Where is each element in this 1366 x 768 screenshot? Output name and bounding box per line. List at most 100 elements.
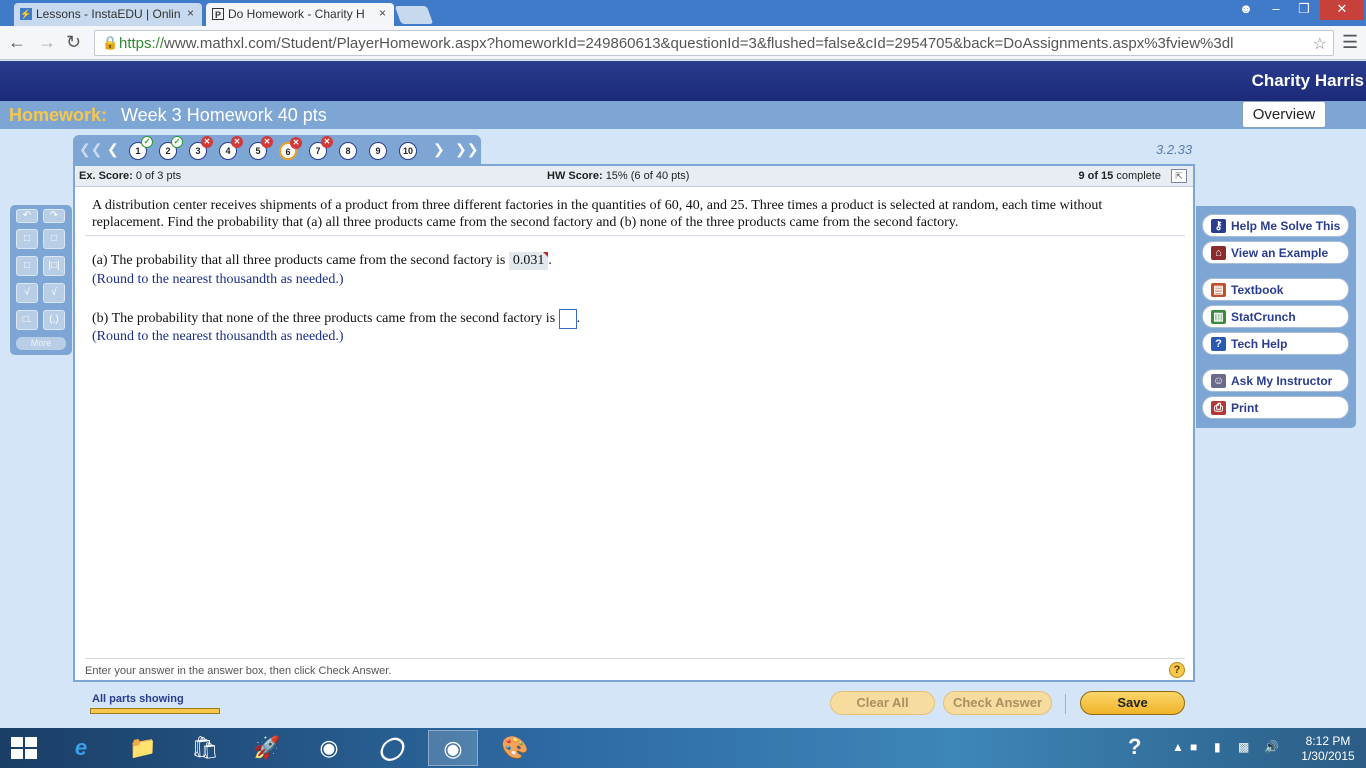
book-icon: ▤ [1211,283,1226,297]
clock-time: 8:12 PM [1305,734,1351,748]
new-tab-button[interactable] [394,6,434,24]
paint-icon[interactable]: 🎨 [490,730,540,766]
browser-tab-homework[interactable]: P Do Homework - Charity H × [206,3,394,26]
user-name: Charity Harris [1251,71,1364,90]
help-question-icon[interactable]: ? [1128,734,1141,760]
question-1-button[interactable]: 1 ✓ [129,136,153,160]
internet-explorer-icon[interactable]: e [56,730,106,766]
restore-icon[interactable]: ❐ [1290,0,1318,20]
parts-showing-label[interactable]: All parts showing [92,693,184,705]
question-6-button[interactable]: 6 ✕ [279,137,302,160]
chrome-icon[interactable]: ◉ [428,730,478,766]
save-button[interactable]: Save [1080,691,1185,715]
next-question-icon[interactable]: ❯ [433,141,445,158]
exponent-icon[interactable]: □ [16,256,38,276]
instruction-text: Enter your answer in the answer box, the… [85,665,392,677]
question-5-button[interactable]: 5 ✕ [249,136,273,160]
x-icon: ✕ [231,136,243,148]
signal-icon[interactable]: ▩ [1238,740,1249,754]
forward-arrow-icon[interactable]: → [38,32,56,53]
interval-icon[interactable]: (,) [43,310,65,330]
tech-help-button[interactable]: ? Tech Help [1202,332,1349,355]
window-close-icon[interactable]: ✕ [1320,0,1364,20]
printer-icon: ⎙ [1211,401,1226,415]
clock[interactable]: 8:12 PM 1/30/2015 [1296,734,1360,764]
sqrt-icon[interactable]: √ [16,283,38,303]
statcrunch-button[interactable]: ▥ StatCrunch [1202,305,1349,328]
undo-icon[interactable]: ↶ [16,209,38,223]
mixed-number-icon[interactable]: □ [43,229,65,249]
file-explorer-icon[interactable]: 📁 [118,730,168,766]
tray-expand-icon[interactable]: ▲ [1172,740,1184,754]
question-icon: ? [1211,337,1226,351]
address-bar[interactable]: 🔒 https://www.mathxl.com/Student/PlayerH… [94,30,1334,56]
reload-icon[interactable]: ↻ [66,32,81,53]
last-question-icon[interactable]: ❯❯ [455,141,478,158]
store-icon[interactable]: 🛍 [180,730,230,766]
absolute-value-icon[interactable]: |□| [43,256,65,276]
browser-tab-strip: ⚡ Lessons - InstaEDU | Onlin × P Do Home… [0,0,1366,26]
view-an-example-button[interactable]: ⌂ View an Example [1202,241,1349,264]
help-icon[interactable]: ? [1169,662,1185,678]
check-icon: ✓ [171,136,183,148]
part-a-text: (a) The probability that all three produ… [92,253,506,268]
more-button[interactable]: More [16,337,66,350]
question-9-button[interactable]: 9 [369,142,387,160]
browser-toolbar: ← → ↻ 🔒 https://www.mathxl.com/Student/P… [0,26,1366,60]
windows-start-icon[interactable] [11,737,39,761]
fraction-icon[interactable]: □ [16,229,38,249]
question-10-button[interactable]: 10 [399,142,417,160]
check-answer-button[interactable]: Check Answer [943,691,1052,715]
question-4-button[interactable]: 4 ✕ [219,136,243,160]
close-icon[interactable]: × [187,6,194,20]
check-icon: ✓ [141,136,153,148]
star-icon[interactable]: ☆ [1313,34,1327,54]
rocket-app-icon[interactable]: 🚀 [242,730,292,766]
help-me-solve-this-button[interactable]: ⚷ Help Me Solve This [1202,214,1349,237]
answer-box-b[interactable] [558,309,577,329]
question-7-button[interactable]: 7 ✕ [309,136,333,160]
hp-icon[interactable]: ◯ [366,730,416,766]
homework-score: HW Score: 15% (6 of 40 pts) [547,170,690,182]
expand-icon[interactable]: ⇱ [1171,169,1187,183]
lightning-icon: ⚡ [20,8,32,20]
question-panel: Ex. Score: 0 of 3 pts HW Score: 15% (6 o… [73,164,1195,682]
part-b-text: (b) The probability that none of the thr… [92,311,556,327]
media-player-icon[interactable]: ◉ [304,730,354,766]
homework-bar: Homework: Week 3 Homework 40 pts [0,101,1366,129]
first-question-icon[interactable]: ❮❮ [79,141,102,158]
house-icon: ⌂ [1211,246,1226,260]
question-3-button[interactable]: 3 ✕ [189,136,213,160]
minimize-icon[interactable]: – [1262,0,1290,20]
tray-app-icon[interactable]: ■ [1190,740,1197,754]
x-icon: ✕ [321,136,333,148]
menu-icon[interactable]: ☰ [1342,32,1358,53]
textbook-button[interactable]: ▤ Textbook [1202,278,1349,301]
user-icon[interactable]: ☻ [1232,0,1260,20]
site-header: Charity Harris [0,61,1366,101]
battery-icon[interactable]: ▮ [1214,740,1221,754]
question-navigator: ❮❮ ❮ 1 ✓ 2 ✓ 3 ✕ 4 ✕ 5 ✕ 6 ✕ 7 ✕ 8 9 10 ❯ ❯❯ [73,135,481,164]
clear-all-button[interactable]: Clear All [830,691,935,715]
volume-icon[interactable]: 🔊 [1264,740,1279,754]
decimal-icon[interactable]: □. [16,310,38,330]
ask-my-instructor-button[interactable]: ☺ Ask My Instructor [1202,369,1349,392]
score-bar: Ex. Score: 0 of 3 pts HW Score: 15% (6 o… [75,166,1193,187]
previous-question-icon[interactable]: ❮ [107,141,119,158]
redo-icon[interactable]: ↷ [43,209,65,223]
close-icon[interactable]: × [379,6,386,20]
nth-root-icon[interactable]: √ [43,283,65,303]
divider [85,658,1185,659]
section-number: 3.2.33 [1156,142,1193,157]
x-icon: ✕ [201,136,213,148]
tab-title: Lessons - InstaEDU | Onlin [36,7,181,21]
overview-button[interactable]: Overview [1242,101,1326,128]
back-arrow-icon[interactable]: ← [8,32,26,53]
question-8-button[interactable]: 8 [339,142,357,160]
question-2-button[interactable]: 2 ✓ [159,136,183,160]
print-button[interactable]: ⎙ Print [1202,396,1349,419]
exercise-score: Ex. Score: 0 of 3 pts [79,170,182,182]
help-sidebar: ⚷ Help Me Solve This ⌂ View an Example ▤ Text… [1196,206,1356,428]
browser-tab-lessons[interactable]: ⚡ Lessons - InstaEDU | Onlin × [14,3,202,26]
answer-box-a[interactable]: 0.031 [508,252,549,270]
